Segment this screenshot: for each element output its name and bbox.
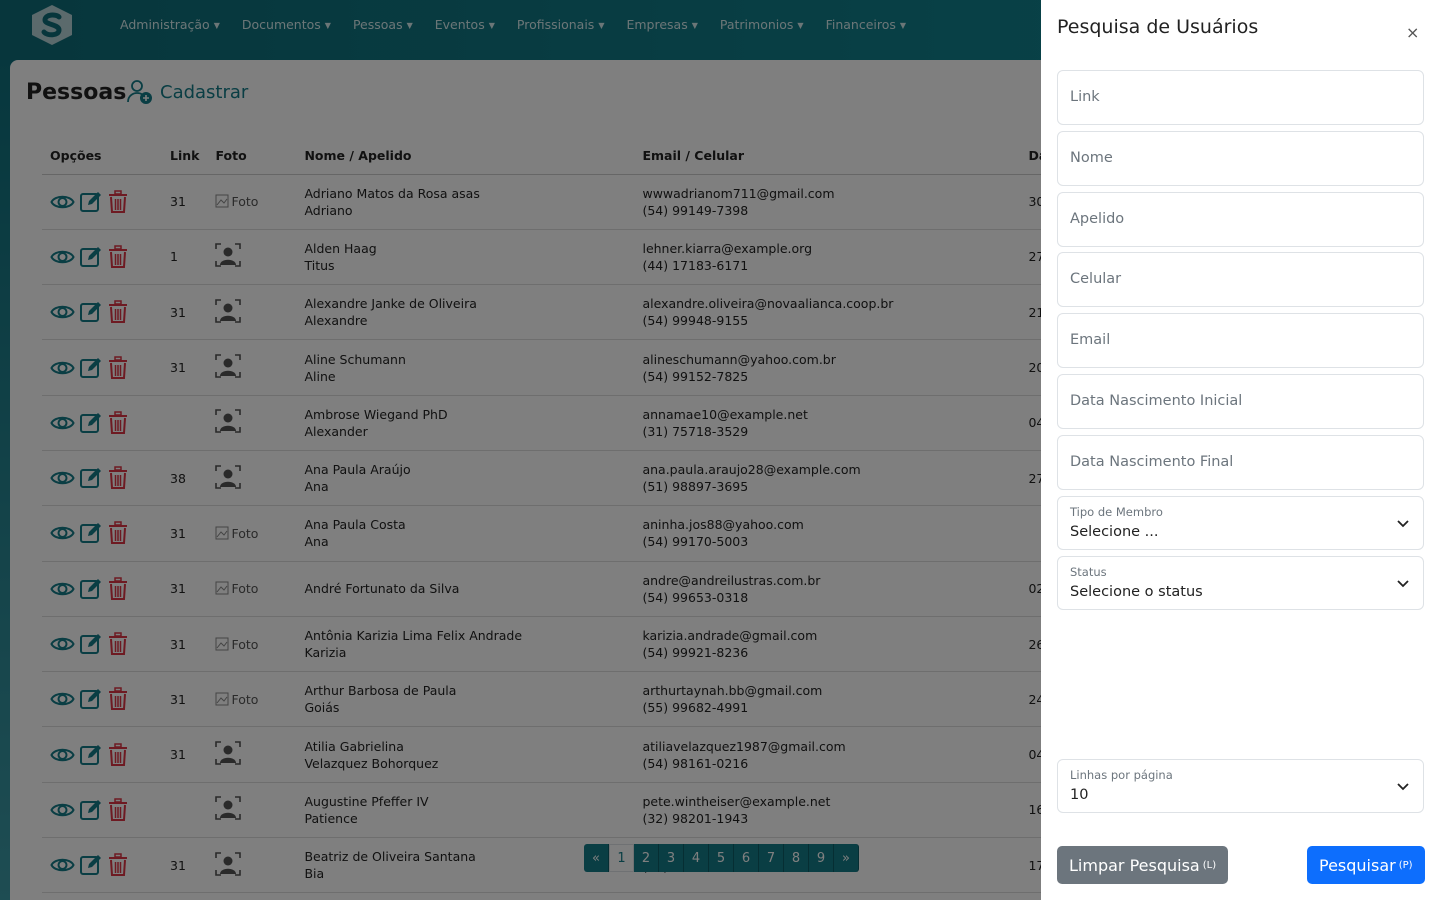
limpar-shortcut: (L): [1202, 859, 1217, 871]
tipo-membro-select[interactable]: Tipo de Membro Selecione ...: [1057, 496, 1424, 550]
pesquisar-shortcut: (P): [1398, 859, 1413, 871]
close-icon[interactable]: ×: [1406, 23, 1419, 42]
pesquisar-button[interactable]: Pesquisar (P): [1307, 846, 1425, 884]
limpar-pesquisa-button[interactable]: Limpar Pesquisa (L): [1057, 846, 1229, 884]
apelido-placeholder: Apelido: [1070, 211, 1125, 227]
data-nascimento-inicial-input[interactable]: Data Nascimento Inicial: [1057, 374, 1424, 429]
linhas-label: Linhas por página: [1070, 768, 1173, 782]
offcanvas-title: Pesquisa de Usuários: [1057, 16, 1259, 38]
apelido-input[interactable]: Apelido: [1057, 192, 1424, 247]
tipo-membro-value: Selecione ...: [1070, 524, 1159, 540]
linhas-value: 10: [1070, 787, 1089, 803]
email-input[interactable]: Email: [1057, 313, 1424, 368]
limpar-label: Limpar Pesquisa: [1069, 855, 1200, 875]
link-placeholder: Link: [1070, 89, 1100, 105]
data-nascimento-final-input[interactable]: Data Nascimento Final: [1057, 435, 1424, 490]
celular-input[interactable]: Celular: [1057, 252, 1424, 307]
data-nascimento-final-placeholder: Data Nascimento Final: [1070, 454, 1234, 470]
data-nascimento-inicial-placeholder: Data Nascimento Inicial: [1070, 393, 1243, 409]
chevron-down-icon: [1397, 783, 1409, 791]
status-select[interactable]: Status Selecione o status: [1057, 556, 1424, 610]
status-value: Selecione o status: [1070, 584, 1203, 600]
email-placeholder: Email: [1070, 332, 1111, 348]
nome-placeholder: Nome: [1070, 150, 1113, 166]
modal-backdrop[interactable]: [0, 0, 1041, 900]
nome-input[interactable]: Nome: [1057, 131, 1424, 186]
celular-placeholder: Celular: [1070, 271, 1122, 287]
search-offcanvas: Pesquisa de Usuários × Link Nome Apelido…: [1041, 0, 1440, 900]
tipo-membro-label: Tipo de Membro: [1070, 505, 1163, 519]
link-input[interactable]: Link: [1057, 70, 1424, 125]
linhas-por-pagina-select[interactable]: Linhas por página 10: [1057, 759, 1424, 813]
chevron-down-icon: [1397, 580, 1409, 588]
chevron-down-icon: [1397, 520, 1409, 528]
status-label: Status: [1070, 565, 1107, 579]
pesquisar-label: Pesquisar: [1319, 855, 1396, 875]
